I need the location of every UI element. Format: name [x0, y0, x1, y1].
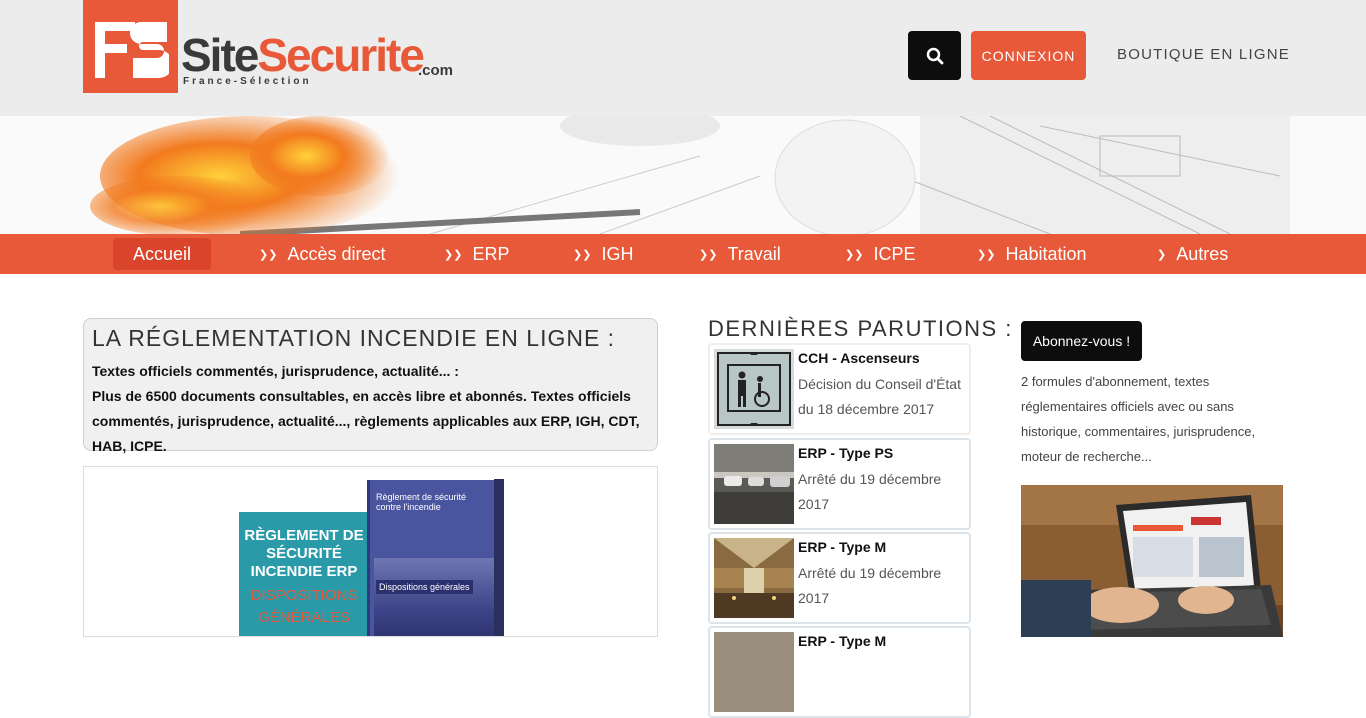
parution-desc: Arrêté du 19 décembre 2017 — [798, 471, 942, 512]
book-cover-image — [374, 558, 494, 636]
logo-domain: .com — [418, 62, 454, 79]
site-logo[interactable]: SiteSecurite .com France-Sélection — [83, 0, 453, 94]
chevron-right-icon: ❯ — [1157, 248, 1167, 261]
connexion-button[interactable]: CONNEXION — [971, 31, 1086, 80]
chevron-down-icon: ❯❯ — [444, 248, 463, 261]
nav-item-erp[interactable]: ❯❯ ERP — [444, 238, 509, 270]
book-cover-reglement[interactable]: Règlement de sécurité contre l'incendie … — [367, 480, 497, 636]
book-title: Règlement de sécurité contre l'incendie — [376, 492, 467, 512]
book-spine — [494, 479, 504, 636]
parution-desc: Décision du Conseil d'État du 18 décembr… — [798, 376, 961, 417]
nav-item-icpe[interactable]: ❯❯ ICPE — [845, 238, 915, 270]
site-header: SiteSecurite .com France-Sélection CONNE… — [0, 0, 1366, 116]
book-subtitle: DISPOSITIONS GÉNÉRALES — [250, 587, 358, 626]
search-icon — [926, 47, 943, 64]
nav-item-label: Accueil — [133, 243, 192, 264]
nav-item-igh[interactable]: ❯❯ IGH — [573, 238, 633, 270]
intro-title: LA RÉGLEMENTATION INCENDIE EN LIGNE : — [92, 325, 616, 351]
chevron-down-icon: ❯❯ — [845, 248, 864, 261]
parution-title: ERP - Type M — [798, 633, 887, 649]
parution-card[interactable]: ERP - Type M Arrêté du 19 décembre 2017 — [708, 532, 971, 624]
parking-thumbnail — [714, 444, 794, 524]
main-nav: Accueil ❯❯ Accès direct ❯❯ ERP ❯❯ IGH ❯❯… — [0, 234, 1366, 274]
parution-card[interactable]: CCH - Ascenseurs Décision du Conseil d'É… — [708, 343, 971, 435]
nav-item-label: Autres — [1176, 243, 1229, 264]
intro-line1: Textes officiels commentés, jurisprudenc… — [92, 363, 459, 379]
nav-item-label: ICPE — [873, 243, 916, 264]
nav-item-accueil[interactable]: Accueil — [113, 238, 212, 270]
book-title: RÈGLEMENT DE SÉCURITÉ INCENDIE ERP — [244, 527, 364, 580]
nav-item-habitation[interactable]: ❯❯ Habitation — [977, 238, 1087, 270]
intro-panel: LA RÉGLEMENTATION INCENDIE EN LIGNE : Te… — [83, 318, 658, 454]
logo-mark-icon — [83, 0, 178, 93]
boutique-link[interactable]: BOUTIQUE EN LIGNE — [1117, 46, 1290, 63]
chevron-down-icon: ❯❯ — [573, 248, 592, 261]
abonnez-button[interactable]: Abonnez-vous ! — [1021, 321, 1142, 361]
chevron-down-icon: ❯❯ — [977, 248, 996, 261]
book-subtitle: Dispositions générales — [376, 580, 473, 594]
parution-thumbnail — [714, 632, 794, 712]
nav-item-label: Travail — [727, 243, 781, 264]
laptop-photo — [1021, 485, 1283, 637]
search-button[interactable] — [908, 31, 961, 80]
chevron-down-icon: ❯❯ — [699, 248, 718, 261]
nav-item-label: Accès direct — [287, 243, 386, 264]
elevator-icon — [714, 349, 794, 429]
intro-line2: Plus de 6500 documents consultables, en … — [92, 388, 640, 454]
logo-wordmark: SiteSecurite — [181, 29, 425, 81]
nav-item-label: IGH — [601, 243, 634, 264]
parution-title: CCH - Ascenseurs — [798, 350, 920, 366]
parution-desc: Arrêté du 19 décembre 2017 — [798, 565, 942, 606]
book-showcase[interactable]: RÈGLEMENT DE SÉCURITÉ INCENDIE ERP DISPO… — [83, 466, 658, 637]
hero-banner — [0, 116, 1366, 234]
mall-thumbnail — [714, 538, 794, 618]
parutions-title: DERNIÈRES PARUTIONS : — [708, 316, 1013, 341]
parution-card[interactable]: ERP - Type PS Arrêté du 19 décembre 2017 — [708, 438, 971, 530]
nav-item-travail[interactable]: ❯❯ Travail — [699, 238, 781, 270]
logo-tagline: France-Sélection — [183, 76, 312, 87]
nav-item-label: Habitation — [1005, 243, 1087, 264]
chevron-down-icon: ❯❯ — [259, 248, 278, 261]
parution-title: ERP - Type M — [798, 539, 887, 555]
parution-title: ERP - Type PS — [798, 445, 894, 461]
nav-item-label: ERP — [472, 243, 510, 264]
abonnement-description: 2 formules d'abonnement, textes réglemen… — [1021, 374, 1256, 464]
nav-item-autres[interactable]: ❯ Autres — [1157, 238, 1228, 270]
nav-item-acces-direct[interactable]: ❯❯ Accès direct — [259, 238, 385, 270]
parution-card[interactable]: ERP - Type M — [708, 626, 971, 718]
book-cover-erp[interactable]: RÈGLEMENT DE SÉCURITÉ INCENDIE ERP DISPO… — [239, 512, 369, 636]
